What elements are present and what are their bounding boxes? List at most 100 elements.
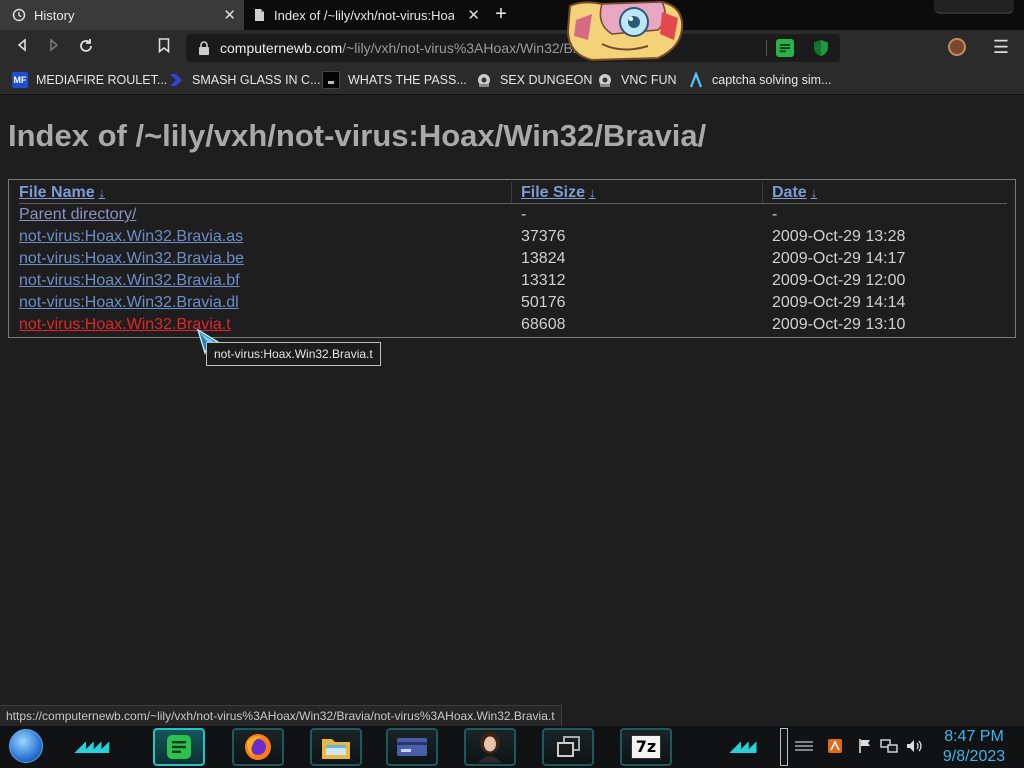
address-bar[interactable]: computernewb.com/~lily/vxh/not-virus%3AH… <box>186 34 840 62</box>
bookmark-label: MEDIAFIRE ROULET... <box>36 73 168 87</box>
lambda-icon <box>688 70 704 88</box>
keyboard-icon[interactable] <box>793 740 815 752</box>
task-view-icon <box>557 736 580 757</box>
flag-icon[interactable] <box>857 738 873 754</box>
app-tray-icon[interactable] <box>827 738 843 754</box>
link-tooltip: not-virus:Hoax.Win32.Bravia.t <box>206 342 381 366</box>
taskbar-divider <box>780 728 788 766</box>
anime-sticker-image <box>566 0 684 62</box>
mf-icon: MF <box>12 72 28 88</box>
bookmark-label: VNC FUN <box>621 73 677 87</box>
bookmark-label: SEX DUNGEON <box>500 73 593 87</box>
back-icon[interactable] <box>12 38 32 58</box>
chevron-logo-icon <box>168 72 184 88</box>
clock-date: 9/8/2023 <box>942 748 1006 765</box>
file-date: 2009-Oct-29 13:10 <box>772 316 906 333</box>
header-divider <box>19 203 1007 204</box>
sort-arrow-icon: ↓ <box>98 185 106 200</box>
sort-arrow-icon: ↓ <box>589 185 596 200</box>
status-url-bar: https://computernewb.com/~lily/vxh/not-v… <box>0 705 562 727</box>
bookmark-label: WHATS THE PASS... <box>348 73 467 87</box>
close-tab-icon[interactable]: ✕ <box>467 6 480 24</box>
file-date: 2009-Oct-29 14:17 <box>772 250 906 267</box>
bookmarks-bar: MF MEDIAFIRE ROULET... SMASH GLASS IN C.… <box>0 66 1024 95</box>
taskbar-file-explorer[interactable] <box>310 728 362 766</box>
tab-index[interactable]: Index of /~lily/vxh/not-virus:Hoax/ ✕ <box>244 0 488 30</box>
bookmark-label: SMASH GLASS IN C... <box>192 73 321 87</box>
gear-badge-icon <box>597 72 613 88</box>
divider <box>762 182 763 204</box>
page-icon <box>255 9 264 21</box>
forward-icon[interactable] <box>44 38 64 58</box>
parent-directory-link[interactable]: Parent directory/ <box>19 206 136 223</box>
lock-icon <box>199 41 209 55</box>
bookmark-icon[interactable] <box>154 38 174 58</box>
tab-label: Index of /~lily/vxh/not-virus:Hoax/ <box>274 7 454 23</box>
tab-label: History <box>34 7 75 23</box>
portrait-app-icon <box>478 732 502 763</box>
sort-arrow-icon: ↓ <box>810 185 818 200</box>
taskbar-portrait-app[interactable] <box>464 728 516 766</box>
bookmark-vnc-fun[interactable]: VNC FUN <box>597 71 677 89</box>
divider <box>511 182 512 204</box>
history-icon <box>12 8 26 22</box>
file-size: 50176 <box>521 294 566 311</box>
shield-extension-icon[interactable] <box>812 39 830 57</box>
file-size: 13824 <box>521 250 566 267</box>
file-link[interactable]: not-virus:Hoax.Win32.Bravia.dl <box>19 294 239 311</box>
taskbar-task-view[interactable] <box>542 728 594 766</box>
file-link[interactable]: not-virus:Hoax.Win32.Bravia.as <box>19 228 243 245</box>
tab-strip: History ✕ Index of /~lily/vxh/not-virus:… <box>0 0 1024 30</box>
file-listing-table: File Name ↓ File Size ↓ Date ↓ Parent direc… <box>8 179 1016 338</box>
profile-avatar[interactable] <box>948 38 966 56</box>
reload-icon[interactable] <box>76 38 96 58</box>
system-clock[interactable]: 8:47 PM 9/8/2023 <box>934 727 1014 767</box>
taskbar-firefox[interactable] <box>232 728 284 766</box>
notes-app-icon <box>167 735 191 759</box>
hamburger-menu-icon[interactable]: ☰ <box>992 38 1010 56</box>
bookmark-label: captcha solving sim... <box>712 73 832 87</box>
file-link[interactable]: not-virus:Hoax.Win32.Bravia.be <box>19 250 244 267</box>
file-size: 37376 <box>521 228 566 245</box>
firefox-icon <box>245 734 271 760</box>
extension-notes-icon[interactable] <box>776 39 794 57</box>
file-size: - <box>521 206 527 223</box>
bookmark-mediafire[interactable]: MF MEDIAFIRE ROULET... <box>12 71 167 89</box>
file-date: 2009-Oct-29 12:00 <box>772 272 906 289</box>
dark-box-icon <box>322 71 340 89</box>
file-size: 13312 <box>521 272 566 289</box>
volume-icon[interactable] <box>905 738 923 754</box>
sort-by-name-link[interactable]: File Name ↓ <box>19 182 105 204</box>
taskbar-control-panel[interactable] <box>386 728 438 766</box>
file-date: 2009-Oct-29 13:28 <box>772 228 906 245</box>
taskbar-7zip[interactable]: 7z <box>620 728 672 766</box>
sort-by-size-link[interactable]: File Size ↓ <box>521 182 596 204</box>
divider <box>766 40 767 56</box>
close-tab-icon[interactable]: ✕ <box>223 6 236 24</box>
bookmark-whats-the-pass[interactable]: WHATS THE PASS... <box>322 71 467 89</box>
tab-history[interactable]: History ✕ <box>0 0 244 30</box>
file-explorer-icon <box>322 739 350 759</box>
file-date: - <box>772 206 778 223</box>
url-text[interactable]: computernewb.com/~lily/vxh/not-virus%3AH… <box>220 40 590 56</box>
navigation-toolbar: computernewb.com/~lily/vxh/not-virus%3AH… <box>0 30 1024 66</box>
url-host: computernewb.com <box>220 40 343 56</box>
7zip-icon: 7z <box>631 735 661 759</box>
start-button[interactable] <box>9 729 43 763</box>
control-panel-icon <box>397 738 427 756</box>
bookmark-captcha[interactable]: captcha solving sim... <box>688 70 832 89</box>
url-path: /~lily/vxh/not-virus%3AHoax/Win32/Bravia… <box>342 40 590 56</box>
taskbar: ◢◢◢◢ 7z ◢◢◢ 8:47 PM 9/8/2023 <box>0 726 1024 768</box>
bookmark-smash-glass[interactable]: SMASH GLASS IN C... <box>168 71 321 89</box>
chevron-decoration-icon: ◢◢◢ <box>730 738 756 754</box>
file-link[interactable]: not-virus:Hoax.Win32.Bravia.bf <box>19 272 240 289</box>
clock-time: 8:47 PM <box>944 728 1004 745</box>
new-tab-button[interactable]: + <box>491 4 511 25</box>
network-icon[interactable] <box>880 738 898 754</box>
sort-by-date-link[interactable]: Date ↓ <box>772 182 817 204</box>
file-size: 68608 <box>521 316 566 333</box>
taskbar-notes-app[interactable] <box>153 728 205 766</box>
file-date: 2009-Oct-29 14:14 <box>772 294 906 311</box>
bookmark-sex-dungeon[interactable]: SEX DUNGEON <box>476 71 592 89</box>
page-title: Index of /~lily/vxh/not-virus:Hoax/Win32… <box>8 118 707 153</box>
